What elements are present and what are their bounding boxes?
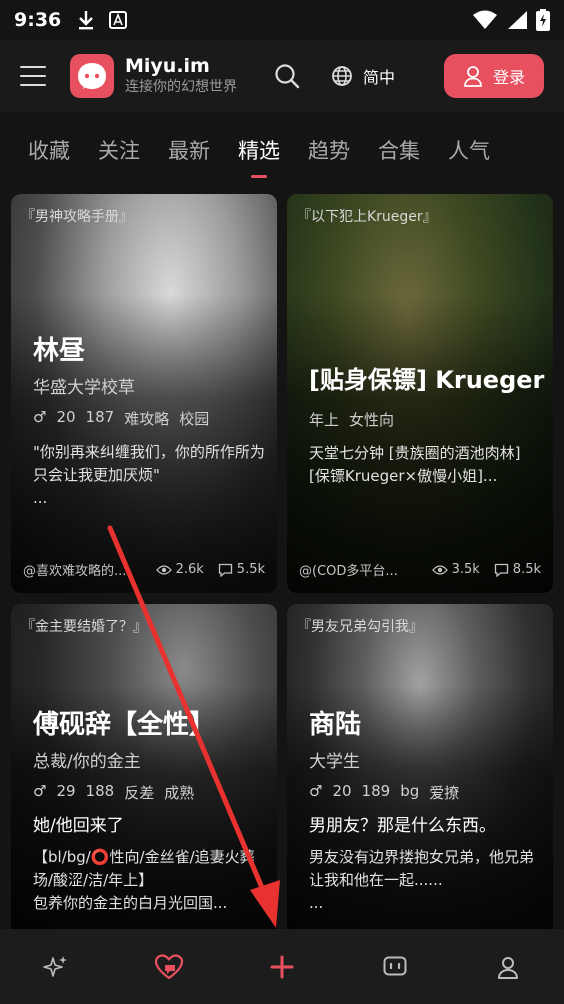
nav-discover[interactable] — [36, 947, 76, 987]
globe-icon — [332, 66, 352, 86]
brand-tagline: 连接你的幻想世界 — [125, 79, 237, 95]
card-meta: 年上 女性向 — [309, 411, 395, 429]
card-description: 【bl/bg/⭕性向/金丝雀/追妻火葬场/酸涩/洁/年上】 包养你的金主的白月光… — [33, 848, 255, 912]
tab-following[interactable]: 关注 — [98, 112, 140, 184]
search-icon[interactable] — [273, 62, 301, 90]
card-footer: @(COD多平台... 3.5k 8.5k — [299, 560, 541, 579]
download-icon — [79, 11, 94, 30]
gender-icon: ♂ — [33, 408, 47, 426]
nav-favorites[interactable] — [149, 947, 189, 987]
card-comments: 8.5k — [512, 562, 541, 577]
card-description: 天堂七分钟 [贵族圈的酒池肉林] [保镖Krueger×傲慢小姐]... — [309, 444, 521, 485]
eye-icon — [155, 564, 172, 575]
brand-name: Miyu.im — [125, 55, 210, 77]
status-time: 9:36 — [14, 9, 62, 31]
user-icon — [497, 956, 518, 979]
signal-icon — [508, 11, 527, 29]
logo-face-icon — [78, 63, 106, 89]
card-comments: 5.5k — [236, 562, 265, 577]
card-meta: ♂ 20 189 bg 爱撩 — [309, 782, 460, 802]
card-author[interactable]: @喜欢难攻略的... — [23, 560, 142, 579]
card-views: 2.6k — [175, 562, 204, 577]
tab-favorites[interactable]: 收藏 — [28, 112, 70, 184]
category-tabs: 收藏 关注 最新 精选 趋势 合集 人气 — [0, 112, 564, 184]
card-name: [贴身保镖] Krueger — [309, 366, 545, 394]
card-meta: ♂ 29 188 反差 成熟 — [33, 782, 195, 802]
menu-icon[interactable] — [20, 66, 46, 86]
card-lead: 她/他回来了 — [33, 816, 124, 836]
character-card[interactable]: 『金主要结婚了？』 傅砚辞【全性】 总裁/你的金主 ♂ 29 188 反差 成熟… — [11, 604, 277, 929]
app-logo[interactable] — [70, 54, 114, 98]
card-meta: ♂ 20 187 难攻略 校园 — [33, 408, 210, 428]
tab-trending[interactable]: 趋势 — [308, 112, 350, 184]
character-card[interactable]: 『男神攻略手册』 林昼 华盛大学校草 ♂ 20 187 难攻略 校园 "你别再来… — [11, 194, 277, 593]
card-views: 3.5k — [451, 562, 480, 577]
comment-icon — [494, 563, 508, 577]
eye-icon — [431, 564, 448, 575]
tab-featured[interactable]: 精选 — [238, 112, 280, 184]
battery-icon — [536, 9, 550, 31]
brand: Miyu.im 连接你的幻想世界 — [125, 55, 237, 97]
character-card[interactable]: 『以下犯上Krueger』 [贴身保镖] Krueger 年上 女性向 天堂七分… — [287, 194, 553, 593]
tab-popular[interactable]: 人气 — [448, 112, 490, 184]
nav-create[interactable] — [262, 947, 302, 987]
card-description: 男友没有边界搂抱女兄弟，他兄弟让我和他在一起...... ... — [309, 848, 535, 912]
font-icon — [109, 11, 128, 29]
nav-profile[interactable] — [488, 947, 528, 987]
card-name: 傅砚辞【全性】 — [33, 710, 216, 740]
login-label: 登录 — [492, 68, 525, 87]
nav-messages[interactable] — [375, 947, 415, 987]
app-header: Miyu.im 连接你的幻想世界 简中 登录 — [0, 40, 564, 112]
card-tag: 『金主要结婚了？』 — [21, 619, 147, 635]
plus-icon — [270, 955, 294, 978]
tab-latest[interactable]: 最新 — [168, 112, 210, 184]
language-label: 简中 — [363, 68, 396, 87]
bottom-navigation — [0, 929, 564, 1004]
tab-collections[interactable]: 合集 — [378, 112, 420, 184]
card-author[interactable]: @(COD多平台... — [299, 560, 418, 579]
card-tag: 『男神攻略手册』 — [21, 209, 133, 225]
card-footer: @喜欢难攻略的... 2.6k 5.5k — [23, 560, 265, 579]
card-lead: 男朋友？那是什么东西。 — [309, 816, 496, 836]
gender-icon: ♂ — [33, 782, 47, 800]
card-subtitle: 华盛大学校草 — [33, 378, 135, 398]
character-card[interactable]: 『男友兄弟勾引我』 商陆 大学生 ♂ 20 189 bg 爱撩 男朋友？那是什么… — [287, 604, 553, 929]
gender-icon: ♂ — [309, 782, 323, 800]
status-bar: 9:36 — [0, 0, 564, 40]
card-name: 林昼 — [33, 336, 86, 366]
wifi-icon — [473, 10, 497, 29]
card-subtitle: 大学生 — [309, 752, 360, 772]
card-tag: 『男友兄弟勾引我』 — [297, 619, 423, 635]
card-subtitle: 总裁/你的金主 — [33, 752, 141, 772]
heart-chat-icon — [155, 953, 184, 979]
chat-bubble-icon — [383, 956, 407, 975]
user-icon — [464, 66, 482, 87]
card-description: "你别再来纠缠我们，你的所作所为只会让我更加厌烦" ... — [33, 443, 265, 507]
comment-icon — [218, 563, 232, 577]
sparkle-icon — [43, 955, 68, 977]
language-selector[interactable]: 简中 — [331, 64, 395, 88]
login-button[interactable]: 登录 — [444, 54, 544, 98]
card-name: 商陆 — [309, 710, 362, 740]
card-tag: 『以下犯上Krueger』 — [297, 209, 437, 225]
